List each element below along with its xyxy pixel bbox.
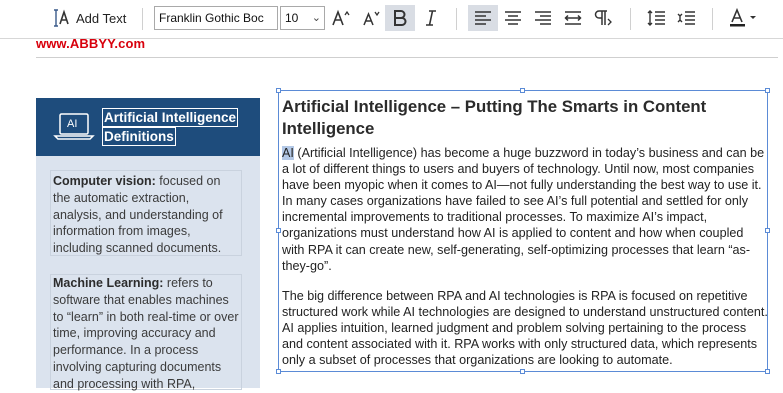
add-text-label: Add Text	[76, 10, 127, 26]
text-color-button[interactable]	[726, 5, 762, 31]
sidebar-title-line2: Definitions	[102, 127, 176, 146]
align-right-button[interactable]	[530, 5, 556, 31]
align-left-button[interactable]	[468, 5, 498, 31]
align-right-icon	[533, 8, 553, 28]
italic-icon	[421, 8, 441, 28]
paragraph-text: (Artificial Intelligence) has become a h…	[282, 146, 765, 273]
italic-button[interactable]	[418, 5, 444, 31]
toolbar-separator	[142, 8, 143, 30]
resize-handle[interactable]	[276, 88, 281, 93]
definition-text: refers to software that enables machines…	[53, 276, 239, 391]
sidebar-title[interactable]: Artificial Intelligence Definitions	[102, 108, 239, 146]
font-color-icon	[729, 8, 759, 28]
increase-font-size-button[interactable]	[328, 5, 354, 31]
add-text-button[interactable]: Add Text	[52, 5, 130, 31]
toolbar-separator	[712, 8, 713, 30]
line-spacing-icon	[646, 8, 666, 28]
bold-button[interactable]	[385, 5, 415, 31]
header-divider	[36, 57, 778, 58]
sidebar-header: AI Artificial Intelligence Definitions	[36, 98, 260, 156]
abbyy-logo-link[interactable]: www.ABBYY.com	[36, 36, 145, 51]
definition-term: Machine Learning:	[53, 276, 164, 290]
font-size-value: 10	[285, 11, 299, 25]
paragraph-spacing-button[interactable]	[672, 5, 700, 31]
line-spacing-button[interactable]	[642, 5, 670, 31]
justify-icon	[563, 8, 583, 28]
ai-icon-label: AI	[67, 118, 78, 130]
resize-handle[interactable]	[520, 88, 525, 93]
resize-handle[interactable]	[276, 369, 281, 374]
align-center-icon	[503, 8, 523, 28]
article-paragraph-1[interactable]: AI (Artificial Intelligence) has become …	[282, 145, 768, 274]
bold-icon	[390, 8, 410, 28]
align-center-button[interactable]	[500, 5, 526, 31]
resize-handle[interactable]	[765, 88, 770, 93]
sidebar-title-line1: Artificial Intelligence	[102, 108, 239, 127]
toolbar-separator	[630, 8, 631, 30]
resize-handle[interactable]	[520, 369, 525, 374]
article-title[interactable]: Artificial Intelligence – Putting The Sm…	[282, 96, 768, 140]
chevron-down-icon: ⌄	[311, 12, 321, 24]
definition-machine-learning[interactable]: Machine Learning: refers to software tha…	[53, 275, 241, 393]
font-size-select[interactable]: 10 ⌄	[280, 6, 325, 30]
increase-font-icon	[331, 8, 351, 28]
toolbar: Add Text Franklin Gothic Boc 10 ⌄	[0, 0, 783, 39]
paragraph-spacing-icon	[676, 8, 696, 28]
text-direction-button[interactable]	[590, 5, 616, 31]
laptop-ai-icon: AI	[53, 112, 95, 142]
toolbar-separator	[456, 8, 457, 30]
definition-term: Computer vision:	[53, 174, 156, 188]
selected-text[interactable]: AI	[282, 146, 294, 160]
text-cursor-icon	[52, 8, 72, 28]
definitions-sidebar: AI Artificial Intelligence Definitions C…	[36, 98, 260, 391]
resize-handle[interactable]	[276, 228, 281, 233]
decrease-font-size-button[interactable]	[358, 5, 384, 31]
font-family-select[interactable]: Franklin Gothic Boc	[154, 6, 278, 30]
decrease-font-icon	[361, 8, 381, 28]
resize-handle[interactable]	[765, 369, 770, 374]
definition-computer-vision[interactable]: Computer vision: focused on the automati…	[53, 173, 241, 257]
justify-button[interactable]	[560, 5, 586, 31]
paragraph-direction-icon	[593, 8, 613, 28]
article-paragraph-2[interactable]: The big difference between RPA and AI te…	[282, 288, 768, 368]
align-left-icon	[473, 8, 493, 28]
